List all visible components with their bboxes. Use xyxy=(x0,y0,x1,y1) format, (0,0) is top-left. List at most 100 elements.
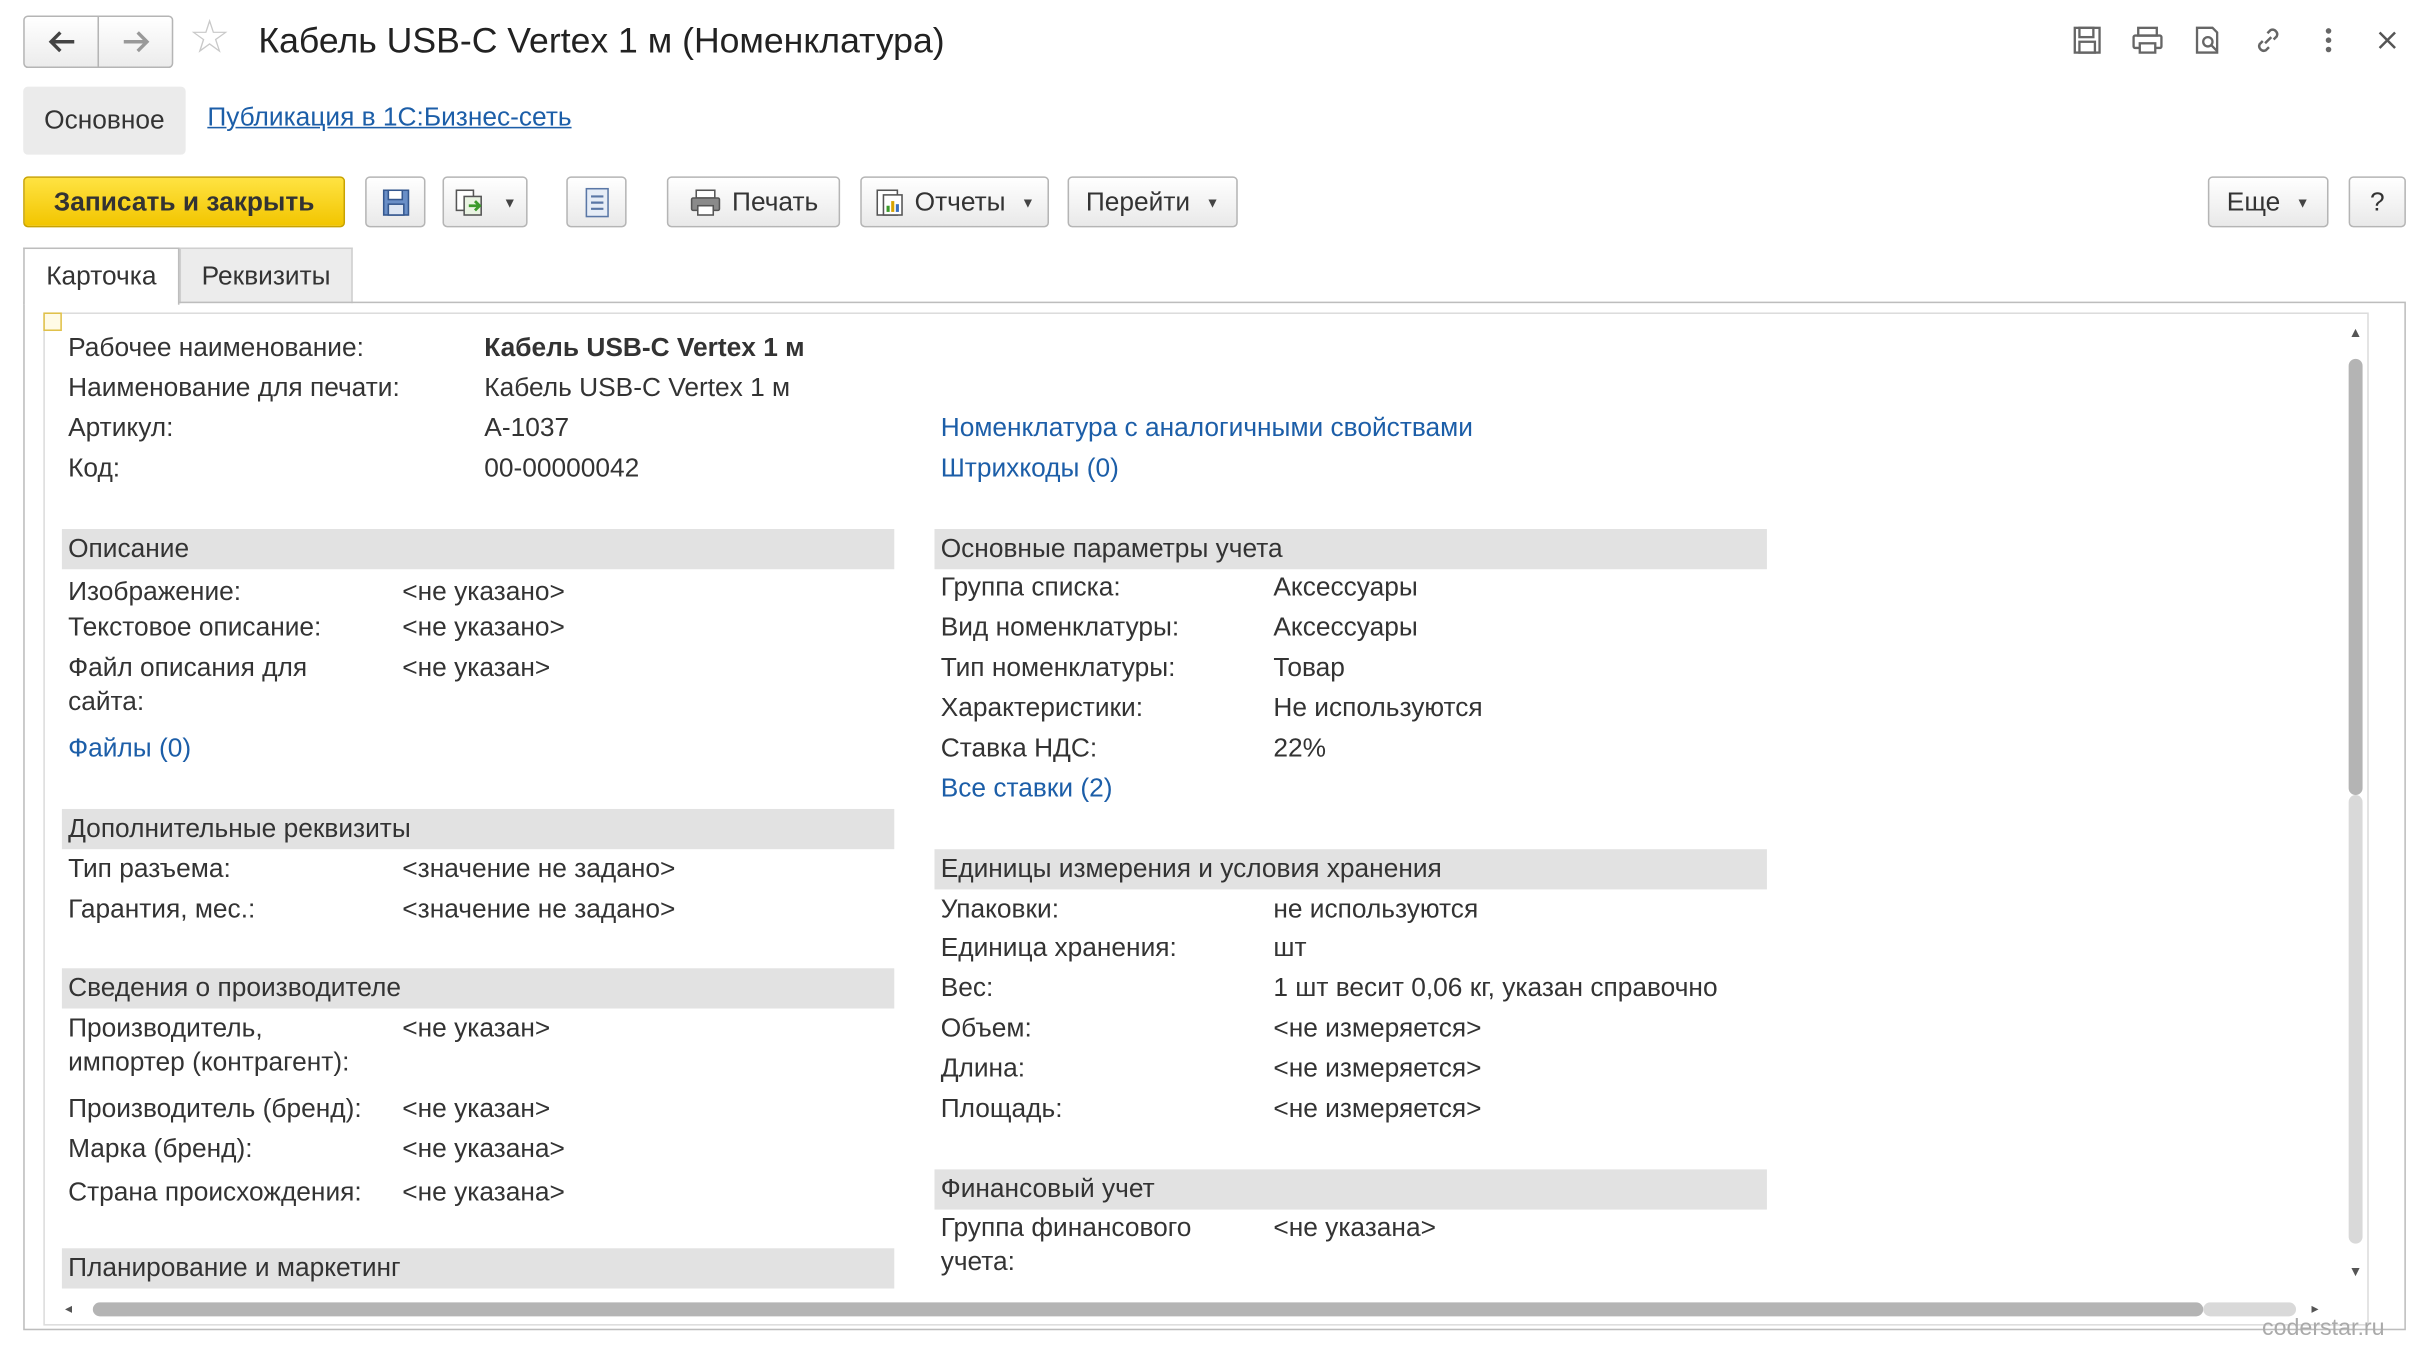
area-label: Площадь: xyxy=(940,1093,1063,1123)
characteristics-value[interactable]: Не используются xyxy=(1273,691,1482,725)
storage-unit-value[interactable]: шт xyxy=(1273,931,1306,965)
more-button[interactable]: Еще ▼ xyxy=(2207,176,2329,228)
weight-label: Вес: xyxy=(940,972,994,1003)
list-group-label: Группа списка: xyxy=(940,572,1121,602)
mark-label: Марка (бренд): xyxy=(68,1133,253,1164)
length-label: Длина: xyxy=(940,1053,1026,1083)
vat-rate-value[interactable]: 22% xyxy=(1273,732,1326,766)
section-finance[interactable]: Финансовый учет xyxy=(934,1169,1767,1210)
image-value[interactable]: <не указано> xyxy=(402,575,565,609)
vertical-scrollbar-thumb[interactable] xyxy=(2348,358,2363,796)
work-name-value[interactable]: Кабель USB-C Vertex 1 м xyxy=(484,331,804,365)
importer-value[interactable]: <не указан> xyxy=(402,1012,550,1046)
printer-icon xyxy=(691,188,721,216)
document-list-button[interactable] xyxy=(566,176,627,228)
scroll-left-icon[interactable]: ◂ xyxy=(65,1301,72,1318)
section-additional[interactable]: Дополнительные реквизиты xyxy=(61,808,895,850)
characteristics-label: Характеристики: xyxy=(940,692,1144,723)
list-group-value[interactable]: Аксессуары xyxy=(1273,571,1417,605)
section-description[interactable]: Описание xyxy=(61,529,895,570)
arrow-left-icon xyxy=(47,31,74,53)
image-label: Изображение: xyxy=(68,576,242,607)
connector-value[interactable]: <значение не задано> xyxy=(402,852,675,886)
section-planning[interactable]: Планирование и маркетинг xyxy=(61,1248,895,1289)
mark-value[interactable]: <не указана> xyxy=(402,1132,565,1166)
print-button[interactable]: Печать xyxy=(666,176,841,228)
subtab-main[interactable]: Основное xyxy=(23,86,186,155)
finance-group-label: Группа финансового xyxy=(940,1212,1192,1243)
item-type-value[interactable]: Товар xyxy=(1273,651,1345,685)
brand-label: Производитель (бренд): xyxy=(68,1093,362,1123)
tab-card[interactable]: Карточка xyxy=(23,247,180,305)
storage-unit-label: Единица хранения: xyxy=(940,932,1177,963)
history-nav xyxy=(23,15,174,69)
star-icon[interactable]: ☆ xyxy=(189,12,231,65)
link-icon[interactable] xyxy=(2250,22,2287,59)
packs-value[interactable]: не используются xyxy=(1273,893,1478,927)
print-label: Печать xyxy=(732,186,819,216)
item-type-label: Тип номенклатуры: xyxy=(940,652,1176,683)
scroll-up-icon[interactable]: ▲ xyxy=(2349,325,2363,340)
goto-button[interactable]: Перейти ▼ xyxy=(1067,176,1238,228)
print-name-label: Наименование для печати: xyxy=(68,372,400,403)
article-value[interactable]: А-1037 xyxy=(484,411,569,445)
site-file-value[interactable]: <не указан> xyxy=(402,651,550,685)
forward-button[interactable] xyxy=(97,17,171,67)
preview-icon[interactable] xyxy=(2189,22,2226,59)
form-window: ☆ Кабель USB-C Vertex 1 м (Номенклатура)… xyxy=(0,0,2426,1355)
subtab-publication-link[interactable]: Публикация в 1С:Бизнес-сеть xyxy=(207,102,571,133)
volume-value[interactable]: <не измеряется> xyxy=(1273,1012,1481,1046)
country-label: Страна происхождения: xyxy=(68,1177,362,1207)
save-icon xyxy=(382,188,409,216)
site-file-label-2: сайта: xyxy=(68,686,145,717)
printer-icon[interactable] xyxy=(2129,22,2166,59)
section-manufacturer[interactable]: Сведения о производителе xyxy=(61,968,895,1009)
chevron-down-icon: ▼ xyxy=(502,194,517,210)
watermark: coderstar.ru xyxy=(2262,1314,2385,1342)
code-value[interactable]: 00-00000042 xyxy=(484,452,639,486)
scroll-down-icon[interactable]: ▼ xyxy=(2349,1264,2363,1279)
window-title: Кабель USB-C Vertex 1 м (Номенклатура) xyxy=(258,20,945,61)
section-accounting[interactable]: Основные параметры учета xyxy=(934,529,1767,570)
save-button[interactable] xyxy=(365,176,426,228)
floppy-icon[interactable] xyxy=(2069,22,2106,59)
text-description-label: Текстовое описание: xyxy=(68,612,322,642)
text-description-value[interactable]: <не указано> xyxy=(402,611,565,645)
similar-items-link[interactable]: Номенклатура с аналогичными свойствами xyxy=(941,411,1473,445)
code-label: Код: xyxy=(68,453,121,483)
country-value[interactable]: <не указана> xyxy=(402,1176,565,1210)
warranty-value[interactable]: <значение не задано> xyxy=(402,893,675,927)
packs-label: Упаковки: xyxy=(940,894,1060,924)
brand-value[interactable]: <не указан> xyxy=(402,1092,550,1126)
item-kind-value[interactable]: Аксессуары xyxy=(1273,611,1417,645)
chevron-down-icon: ▼ xyxy=(1205,194,1220,210)
horizontal-scrollbar-thumb[interactable] xyxy=(92,1302,2204,1317)
warranty-label: Гарантия, мес.: xyxy=(68,894,256,924)
chevron-down-icon: ▼ xyxy=(2295,194,2310,210)
print-name-value[interactable]: Кабель USB-C Vertex 1 м xyxy=(484,371,790,405)
save-and-close-button[interactable]: Записать и закрыть xyxy=(23,176,346,228)
more-vert-icon[interactable] xyxy=(2310,22,2347,59)
list-icon xyxy=(584,187,609,217)
arrow-right-icon xyxy=(123,31,149,53)
back-button[interactable] xyxy=(25,17,98,66)
item-kind-label: Вид номенклатуры: xyxy=(940,612,1180,642)
finance-group-value[interactable]: <не указана> xyxy=(1273,1211,1436,1245)
report-icon xyxy=(876,188,904,216)
tab-props[interactable]: Реквизиты xyxy=(179,247,353,304)
chevron-down-icon: ▼ xyxy=(1021,194,1035,210)
create-based-on-button[interactable]: ▼ xyxy=(442,176,528,228)
vertical-scrollbar-track[interactable] xyxy=(2348,795,2363,1244)
barcodes-link[interactable]: Штрихкоды (0) xyxy=(941,452,1119,486)
files-link[interactable]: Файлы (0) xyxy=(68,732,191,766)
area-value[interactable]: <не измеряется> xyxy=(1273,1092,1481,1126)
section-units[interactable]: Единицы измерения и условия хранения xyxy=(934,849,1767,890)
all-rates-link[interactable]: Все ставки (2) xyxy=(941,772,1113,806)
volume-label: Объем: xyxy=(940,1013,1032,1043)
help-button[interactable]: ? xyxy=(2348,176,2406,228)
close-icon[interactable] xyxy=(2369,22,2406,59)
reports-button[interactable]: Отчеты ▼ xyxy=(860,176,1050,228)
weight-value[interactable]: 1 шт весит 0,06 кг, указан справочно xyxy=(1273,971,1717,1005)
corner-marker xyxy=(43,312,62,332)
length-value[interactable]: <не измеряется> xyxy=(1273,1052,1481,1086)
